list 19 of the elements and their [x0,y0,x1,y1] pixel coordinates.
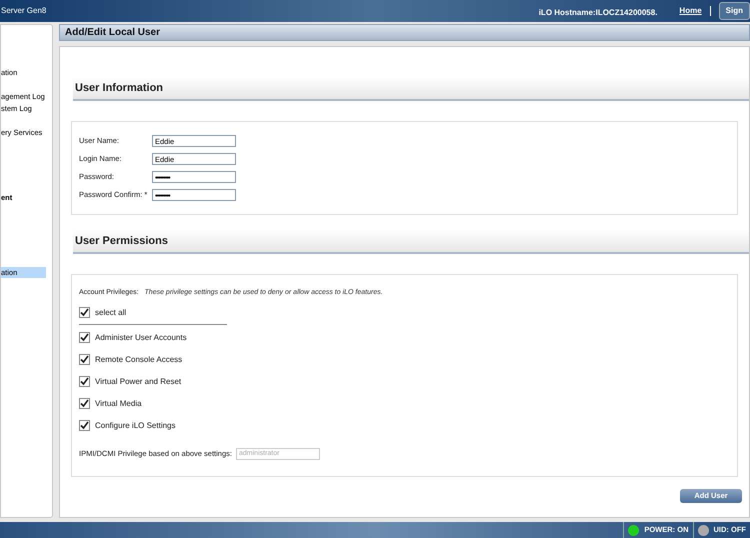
checkbox[interactable] [79,332,90,343]
sign-button[interactable]: Sign [718,2,750,20]
checkbox-label: Administer User Accounts [95,332,187,344]
section-heading: User Permissions [73,230,749,254]
page-title-bar: Add/Edit Local User [59,24,750,41]
checkbox-label: Virtual Power and Reset [95,376,182,388]
hostname-text: iLO Hostname:ILOCZ14200058. [538,7,658,19]
home-link[interactable]: Home [679,5,702,17]
checkbox[interactable] [79,307,90,318]
product-name: Server Gen8 [0,5,46,17]
checkbox-label: Virtual Media [95,398,142,410]
checkbox[interactable] [79,376,90,387]
checkbox[interactable] [79,420,90,431]
checkbox-label: select all [95,306,126,318]
checkbox[interactable] [79,398,90,409]
checkbox-label: Remote Console Access [95,354,182,366]
checkbox-label: Configure iLO Settings [95,420,176,432]
checkbox[interactable] [79,354,90,365]
section-heading: User Information [73,77,749,101]
